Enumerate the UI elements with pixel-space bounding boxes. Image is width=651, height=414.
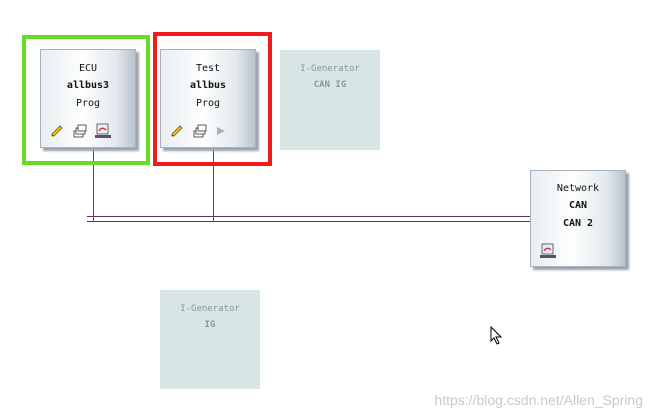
mouse-cursor-icon — [490, 326, 502, 345]
ecu-node-name: allbus3 — [66, 80, 110, 91]
play-icon[interactable] — [216, 126, 226, 136]
ecu-node-mode: Prog — [75, 98, 101, 109]
test-node[interactable]: Test allbus Prog — [160, 49, 256, 148]
network-node-type: Network — [556, 183, 600, 194]
igen-bottom-node[interactable]: I-Generator IG — [160, 290, 260, 389]
test-node-type: Test — [195, 63, 221, 74]
edit-pencil-icon[interactable] — [50, 124, 64, 138]
ecu-node-type: ECU — [78, 63, 98, 74]
igen-bottom-name: IG — [204, 320, 216, 330]
watermark-text: https://blog.csdn.net/Allen_Spring — [434, 392, 643, 408]
database-icon[interactable] — [95, 123, 111, 139]
bus-line-lower[interactable] — [87, 221, 532, 222]
igen-top-name: CAN IG — [313, 80, 347, 90]
stack-pages-icon[interactable] — [73, 124, 87, 138]
network-node-channel: CAN 2 — [562, 218, 594, 229]
igen-top-node[interactable]: I-Generator CAN IG — [280, 50, 380, 150]
ecu-node[interactable]: ECU allbus3 Prog — [40, 49, 136, 148]
network-node-bus: CAN — [568, 200, 588, 211]
bus-line-upper[interactable] — [87, 216, 532, 217]
igen-top-type: I-Generator — [300, 64, 360, 74]
database-icon[interactable] — [540, 243, 556, 259]
igen-bottom-type: I-Generator — [180, 304, 240, 314]
test-node-mode: Prog — [195, 98, 221, 109]
network-node[interactable]: Network CAN CAN 2 — [530, 170, 626, 267]
edit-pencil-icon[interactable] — [170, 124, 184, 138]
stack-pages-icon[interactable] — [193, 124, 207, 138]
test-node-name: allbus — [189, 80, 227, 91]
